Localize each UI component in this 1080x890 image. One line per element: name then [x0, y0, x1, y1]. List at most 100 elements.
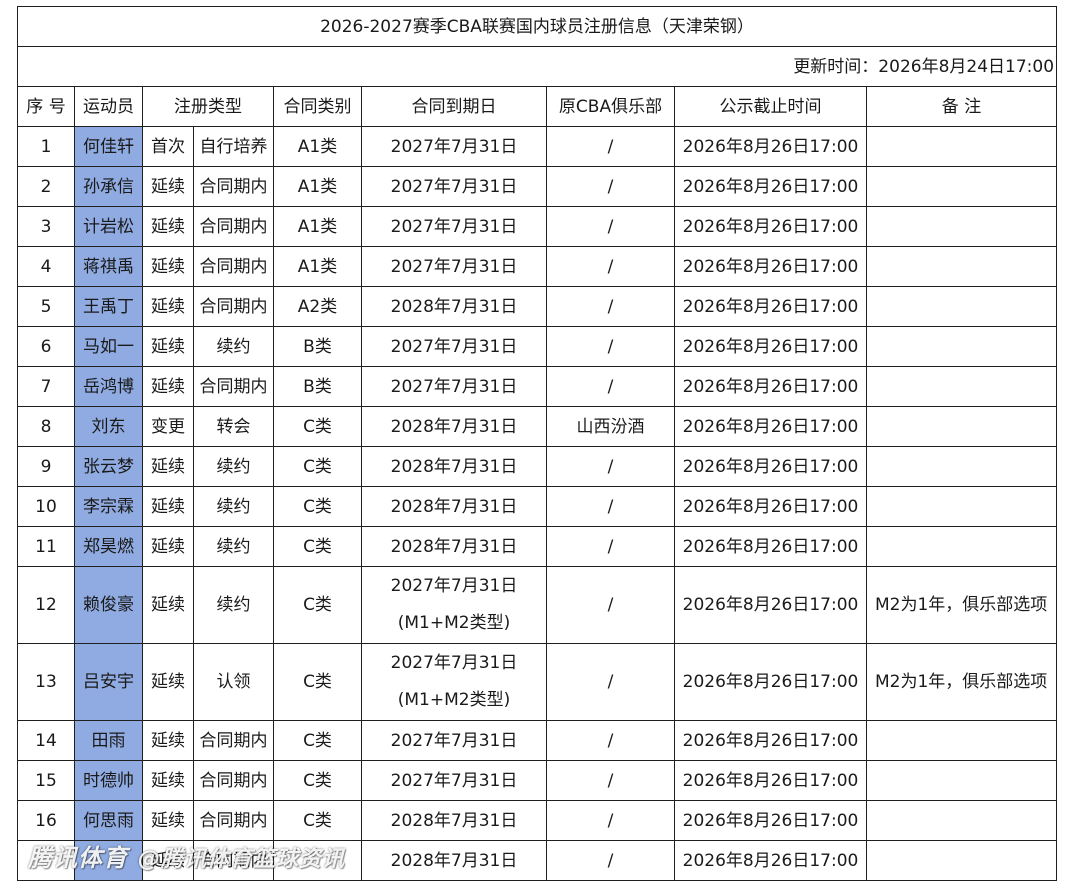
cell-remark	[865, 286, 1058, 327]
cell-no: 6	[17, 326, 75, 367]
expiry-date: 2027年7月31日	[390, 576, 518, 596]
cell-expiry: 2027年7月31日	[361, 166, 547, 207]
cell-remark	[865, 166, 1058, 207]
cell-remark: M2为1年，俱乐部选项	[865, 643, 1058, 721]
cell-deadline: 2026年8月26日17:00	[674, 486, 867, 527]
cell-reg-kind: 延续	[142, 526, 194, 567]
cell-contract-class: C类	[273, 486, 362, 527]
cell-reg-detail: 合同期内	[193, 800, 274, 841]
cell-no: 16	[17, 800, 75, 841]
update-time: 更新时间：2026年8月24日17:00	[16, 46, 1058, 87]
cell-deadline: 2026年8月26日17:00	[674, 566, 867, 644]
header-prev-club: 原CBA俱乐部	[546, 86, 675, 127]
cell-expiry: 2027年7月31日	[361, 246, 547, 287]
header-reg-type: 注册类型	[142, 86, 274, 127]
table-row: 12 赖俊豪 延续 续约 C类 2027年7月31日 (M1+M2类型) /2026年8月26…	[17, 566, 1058, 644]
expiry-date: 2027年7月31日	[390, 653, 518, 673]
cell-prev-club: /	[546, 206, 675, 247]
cell-contract-class: A1类	[273, 126, 362, 167]
cell-deadline: 2026年8月26日17:00	[674, 800, 867, 841]
cell-contract-class: A1类	[273, 246, 362, 287]
cell-contract-class: C类	[273, 643, 362, 721]
cell-expiry: 2028年7月31日	[361, 486, 547, 527]
table-row: 延续 合同期内 2028年7月31日/2026年8月26日17:00	[17, 840, 1058, 881]
cell-expiry: 2027年7月31日	[361, 760, 547, 801]
cell-reg-detail: 续约	[193, 566, 274, 644]
table-row: 2 孙承信 延续 合同期内 A1类 2027年7月31日/2026年8月26日17:00	[17, 166, 1058, 207]
cell-reg-detail: 合同期内	[193, 246, 274, 287]
cell-contract-class: C类	[273, 720, 362, 761]
cell-prev-club: /	[546, 246, 675, 287]
cell-deadline: 2026年8月26日17:00	[674, 643, 867, 721]
cell-prev-club: /	[546, 840, 675, 881]
cell-no: 5	[17, 286, 75, 327]
table-row: 10 李宗霖 延续 续约 C类 2028年7月31日/2026年8月26日17:00	[17, 486, 1058, 527]
table-row: 6 马如一 延续 续约 B类 2027年7月31日/2026年8月26日17:00	[17, 326, 1058, 367]
cell-player: 李宗霖	[74, 486, 143, 527]
cell-reg-detail: 合同期内	[193, 206, 274, 247]
cell-contract-class: C类	[273, 446, 362, 487]
cell-remark	[865, 840, 1058, 881]
table-row: 9 张云梦 延续 续约 C类 2028年7月31日/2026年8月26日17:00	[17, 446, 1058, 487]
cell-player: 张云梦	[74, 446, 143, 487]
header-expiry: 合同到期日	[361, 86, 547, 127]
cell-remark	[865, 326, 1058, 367]
table-title: 2026-2027赛季CBA联赛国内球员注册信息（天津荣钢）	[16, 6, 1058, 47]
table-row: 14 田雨 延续 合同期内 C类 2027年7月31日/2026年8月26日17:00	[17, 720, 1058, 761]
cell-player: 孙承信	[74, 166, 143, 207]
table-body: 1 何佳轩 首次 自行培养 A1类 2027年7月31日/2026年8月26日17:00 2…	[17, 126, 1058, 881]
cell-reg-kind: 延续	[142, 566, 194, 644]
table-row: 4 蒋祺禹 延续 合同期内 A1类 2027年7月31日/2026年8月26日17:00	[17, 246, 1058, 287]
cell-expiry: 2027年7月31日	[361, 206, 547, 247]
cell-no: 14	[17, 720, 75, 761]
cell-expiry: 2027年7月31日 (M1+M2类型)	[361, 566, 547, 644]
cell-deadline: 2026年8月26日17:00	[674, 166, 867, 207]
cell-reg-detail: 转会	[193, 406, 274, 447]
cell-no: 1	[17, 126, 75, 167]
cell-deadline: 2026年8月26日17:00	[674, 446, 867, 487]
cell-player: 岳鸿博	[74, 366, 143, 407]
cell-reg-kind: 延续	[142, 840, 194, 881]
cell-player	[74, 840, 143, 881]
cell-reg-detail: 合同期内	[193, 166, 274, 207]
header-remark: 备 注	[865, 86, 1058, 127]
cell-prev-club: /	[546, 366, 675, 407]
cell-remark	[865, 246, 1058, 287]
cell-expiry: 2028年7月31日	[361, 840, 547, 881]
cell-player: 蒋祺禹	[74, 246, 143, 287]
cell-no: 13	[17, 643, 75, 721]
cell-player: 马如一	[74, 326, 143, 367]
cell-expiry: 2028年7月31日	[361, 526, 547, 567]
cell-expiry: 2028年7月31日	[361, 286, 547, 327]
cell-reg-detail: 合同期内	[193, 840, 274, 881]
header-no: 序 号	[17, 86, 75, 127]
cell-no: 2	[17, 166, 75, 207]
cell-no: 8	[17, 406, 75, 447]
cell-contract-class: C类	[273, 800, 362, 841]
cell-no: 12	[17, 566, 75, 644]
cell-expiry: 2028年7月31日	[361, 446, 547, 487]
cell-prev-club: /	[546, 326, 675, 367]
cell-reg-kind: 变更	[142, 406, 194, 447]
cell-remark	[865, 526, 1058, 567]
cell-deadline: 2026年8月26日17:00	[674, 126, 867, 167]
cell-deadline: 2026年8月26日17:00	[674, 246, 867, 287]
table-row: 8 刘东 变更 转会 C类 2028年7月31日 山西汾酒 2026年8月26日17:00	[17, 406, 1058, 447]
cell-contract-class: C类	[273, 566, 362, 644]
cell-no: 9	[17, 446, 75, 487]
cell-expiry: 2028年7月31日	[361, 406, 547, 447]
cell-no: 7	[17, 366, 75, 407]
cell-prev-club: /	[546, 760, 675, 801]
cell-deadline: 2026年8月26日17:00	[674, 366, 867, 407]
cell-player: 王禹丁	[74, 286, 143, 327]
cell-prev-club: /	[546, 486, 675, 527]
table-row: 13 吕安宇 延续 认领 C类 2027年7月31日 (M1+M2类型) /2026年8月26…	[17, 643, 1058, 721]
header-deadline: 公示截止时间	[674, 86, 867, 127]
cell-reg-kind: 延续	[142, 286, 194, 327]
cell-reg-kind: 延续	[142, 720, 194, 761]
cell-reg-detail: 续约	[193, 446, 274, 487]
cell-player: 刘东	[74, 406, 143, 447]
cell-deadline: 2026年8月26日17:00	[674, 326, 867, 367]
cell-reg-kind: 延续	[142, 760, 194, 801]
cell-prev-club: /	[546, 446, 675, 487]
